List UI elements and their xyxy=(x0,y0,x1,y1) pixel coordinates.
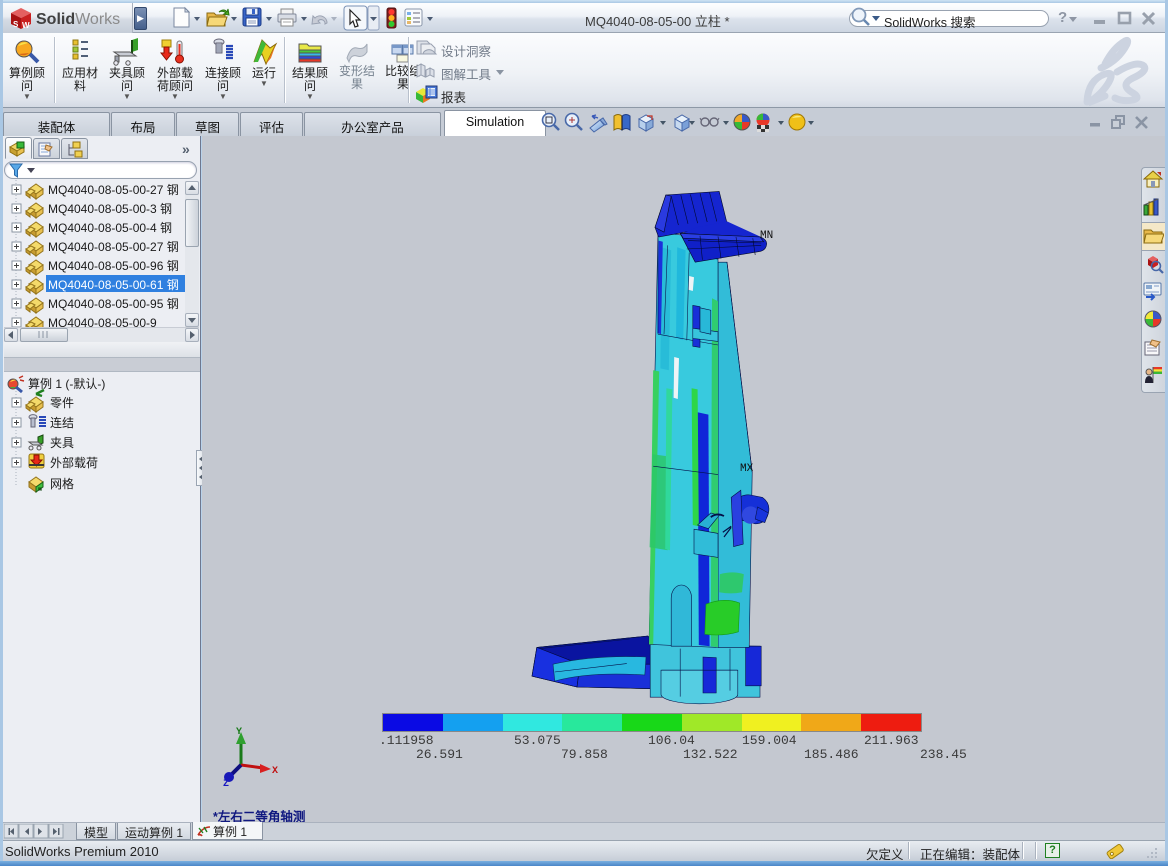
svg-text:S: S xyxy=(13,20,19,29)
svg-text:Z: Z xyxy=(223,779,229,786)
svg-text:网格: 网格 xyxy=(50,476,74,491)
svg-text:零件: 零件 xyxy=(50,396,74,410)
svg-text:MQ4040-08-05-00-95 钢: MQ4040-08-05-00-95 钢 xyxy=(48,297,179,311)
svg-text:连结: 连结 xyxy=(50,415,74,430)
svg-text:MQ4040-08-05-00-27 钢: MQ4040-08-05-00-27 钢 xyxy=(48,183,179,197)
svg-text:MQ4040-08-05-00-96 钢: MQ4040-08-05-00-96 钢 xyxy=(48,259,179,273)
svg-text:X: X xyxy=(272,766,278,777)
svg-text:外部载荷: 外部载荷 xyxy=(50,455,98,470)
svg-text:MQ4040-08-05-00-61 钢: MQ4040-08-05-00-61 钢 xyxy=(48,278,179,292)
svg-text:SolidWorks: SolidWorks xyxy=(36,11,120,28)
svg-text:夹具: 夹具 xyxy=(50,436,74,450)
svg-text:W: W xyxy=(22,21,30,30)
svg-text:Y: Y xyxy=(236,727,242,738)
svg-text:MQ4040-08-05-00-4 钢: MQ4040-08-05-00-4 钢 xyxy=(48,221,172,235)
svg-text:MQ4040-08-05-00-3 钢: MQ4040-08-05-00-3 钢 xyxy=(48,202,172,216)
svg-text:MQ4040-08-05-00-27 钢: MQ4040-08-05-00-27 钢 xyxy=(48,240,179,254)
svg-text:算例 1 (-默认-): 算例 1 (-默认-) xyxy=(28,376,105,391)
svg-text:MQ4040-08-05-00-9: MQ4040-08-05-00-9 xyxy=(48,316,157,327)
